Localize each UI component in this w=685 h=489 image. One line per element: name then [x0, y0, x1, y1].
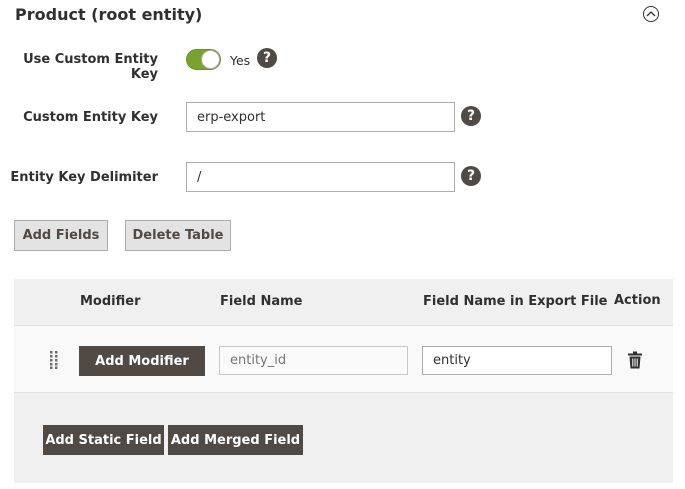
help-icon[interactable]: ?	[461, 106, 481, 126]
help-icon[interactable]: ?	[461, 166, 481, 186]
drag-handle-icon[interactable]	[50, 351, 59, 369]
field-name-input[interactable]	[219, 346, 408, 375]
custom-entity-key-label: Custom Entity Key	[23, 110, 158, 125]
delete-table-button[interactable]: Delete Table	[125, 220, 231, 251]
toggle-state-text: Yes	[230, 53, 251, 68]
fields-table: Modifier Field Name Field Name in Export…	[14, 279, 673, 483]
chevron-up-circle-icon[interactable]	[643, 6, 659, 22]
custom-entity-key-input[interactable]	[186, 102, 455, 132]
export-field-name-input[interactable]	[422, 346, 612, 375]
help-icon[interactable]: ?	[257, 48, 277, 68]
section-title: Product (root entity)	[15, 5, 203, 24]
toggle-knob	[201, 50, 220, 69]
column-header-action: Action	[614, 293, 661, 308]
table-row: Add Modifier	[14, 325, 673, 393]
table-header: Modifier Field Name Field Name in Export…	[14, 279, 673, 325]
trash-icon[interactable]	[628, 351, 642, 369]
page: Product (root entity) Use Custom Entity …	[0, 0, 685, 489]
column-header-modifier: Modifier	[80, 294, 141, 309]
add-modifier-button[interactable]: Add Modifier	[79, 346, 205, 376]
column-header-field-name: Field Name	[220, 294, 303, 309]
use-custom-entity-key-toggle[interactable]	[186, 49, 221, 70]
column-header-export-name: Field Name in Export File	[423, 294, 608, 309]
entity-key-delimiter-label: Entity Key Delimiter	[10, 170, 158, 185]
entity-key-delimiter-input[interactable]	[186, 162, 455, 192]
add-merged-field-button[interactable]: Add Merged Field	[168, 425, 303, 455]
add-fields-button[interactable]: Add Fields	[14, 220, 108, 251]
add-static-field-button[interactable]: Add Static Field	[43, 425, 164, 455]
use-custom-entity-key-label: Use Custom Entity Key	[23, 52, 158, 82]
